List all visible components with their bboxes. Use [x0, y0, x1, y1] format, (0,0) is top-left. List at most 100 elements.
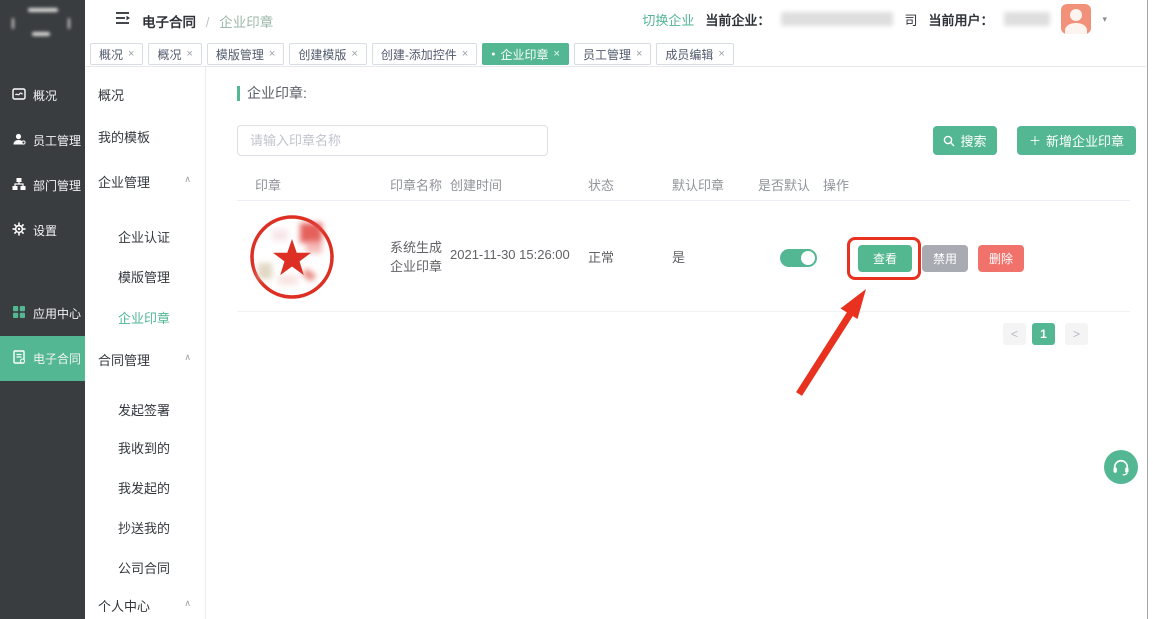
- breadcrumb-separator: /: [206, 15, 210, 30]
- contract-icon: [12, 350, 26, 367]
- subnav-overview[interactable]: 概况: [85, 85, 205, 105]
- sidebar-item-overview[interactable]: 概况: [0, 73, 85, 118]
- sidebar-item-employees[interactable]: 员工管理: [0, 118, 85, 163]
- sidebar-item-label: 电子合同: [33, 350, 81, 367]
- primary-sidebar: 概况 员工管理 部门管理 设置 应用中心 电子合同: [0, 0, 85, 619]
- pagination-next-button[interactable]: >: [1065, 323, 1088, 345]
- app-center-icon: [12, 305, 26, 322]
- sidebar-item-settings[interactable]: 设置: [0, 208, 85, 253]
- company-name-suffix: 司: [904, 10, 917, 29]
- close-icon[interactable]: ×: [351, 48, 357, 60]
- sidebar-item-label: 概况: [33, 87, 57, 104]
- sidebar-item-label: 设置: [33, 222, 57, 239]
- seal-name-line1: 系统生成: [390, 237, 442, 256]
- close-icon[interactable]: ×: [269, 48, 275, 60]
- is-default-toggle[interactable]: [780, 249, 817, 267]
- sidebar-item-e-contract[interactable]: 电子合同: [0, 336, 85, 381]
- default-seal-value: 是: [672, 247, 685, 266]
- subnav-company-certification[interactable]: 企业认证: [85, 227, 205, 247]
- pagination-page-1[interactable]: 1: [1032, 323, 1055, 345]
- tab-overview-1[interactable]: 概况×: [90, 43, 143, 65]
- user-name-redacted: [1004, 12, 1050, 26]
- chevron-up-icon: ∧: [184, 174, 191, 185]
- customer-service-button[interactable]: [1104, 450, 1138, 484]
- col-header-status: 状态: [588, 175, 614, 194]
- col-header-created-time: 创建时间: [450, 175, 502, 194]
- subnav-personal-center[interactable]: 个人中心∧: [85, 596, 205, 616]
- pagination-prev-button[interactable]: <: [1003, 323, 1026, 345]
- tab-company-seal[interactable]: ●企业印章×: [482, 43, 569, 65]
- disable-button[interactable]: 禁用: [922, 245, 968, 272]
- avatar[interactable]: [1061, 4, 1091, 34]
- tab-overview-2[interactable]: 概况×: [148, 43, 201, 65]
- col-header-seal: 印章: [255, 175, 281, 194]
- current-user-label: 当前用户：: [928, 10, 993, 29]
- plus-icon: ＋: [1029, 132, 1041, 149]
- delete-button[interactable]: 删除: [978, 245, 1024, 272]
- department-icon: [12, 177, 26, 194]
- search-icon: [943, 135, 955, 147]
- active-dot-icon: ●: [491, 51, 495, 58]
- secondary-sidebar: 概况 我的模板 企业管理∧ 企业认证 模版管理 企业印章 合同管理∧ 发起签署 …: [85, 67, 206, 619]
- tab-employee-management[interactable]: 员工管理×: [574, 43, 651, 65]
- switch-company-link[interactable]: 切换企业: [642, 10, 694, 29]
- current-company-label: 当前企业：: [705, 10, 770, 29]
- breadcrumb-root[interactable]: 电子合同: [142, 15, 196, 30]
- table-row-divider: [237, 311, 1130, 312]
- subnav-my-templates[interactable]: 我的模板: [85, 127, 205, 147]
- employee-icon: [12, 132, 26, 149]
- tab-create-template[interactable]: 创建模版×: [289, 43, 366, 65]
- vertical-scrollbar[interactable]: [1147, 0, 1153, 619]
- seal-name-line2: 企业印章: [390, 256, 442, 275]
- close-icon[interactable]: ×: [186, 48, 192, 60]
- top-header: 电子合同 / 企业印章 切换企业 当前企业： 司 当前用户： ▾: [85, 0, 1153, 38]
- sidebar-item-app-center[interactable]: 应用中心: [0, 291, 85, 336]
- subnav-cc-to-me[interactable]: 抄送我的: [85, 518, 205, 538]
- close-icon[interactable]: ×: [462, 48, 468, 60]
- company-seal-image: [248, 213, 336, 301]
- menu-collapse-icon[interactable]: [115, 11, 131, 30]
- sidebar-item-departments[interactable]: 部门管理: [0, 163, 85, 208]
- breadcrumb-current: 企业印章: [219, 15, 273, 30]
- subnav-received[interactable]: 我收到的: [85, 438, 205, 458]
- tab-template-management[interactable]: 模版管理×: [207, 43, 284, 65]
- open-tabs-bar: 概况× 概况× 模版管理× 创建模版× 创建-添加控件× ●企业印章× 员工管理…: [85, 38, 1146, 67]
- tab-create-add-controls[interactable]: 创建-添加控件×: [372, 43, 477, 65]
- breadcrumb: 电子合同 / 企业印章: [142, 11, 273, 31]
- tab-member-edit[interactable]: 成员编辑×: [656, 43, 733, 65]
- close-icon[interactable]: ×: [718, 48, 724, 60]
- headset-icon: [1111, 457, 1131, 477]
- subnav-company-seal[interactable]: 企业印章: [85, 308, 205, 328]
- page-title: 企业印章:: [237, 86, 307, 101]
- subnav-initiate-signing[interactable]: 发起签署: [85, 400, 205, 420]
- seal-name-search-input[interactable]: [237, 125, 548, 156]
- main-content: 企业印章: 搜索 ＋ 新增企业印章 印章 印章名称 创建时间 状态 默认印章 是…: [206, 67, 1146, 619]
- sidebar-item-label: 部门管理: [33, 177, 81, 194]
- table-header-divider: [237, 200, 1130, 201]
- app-logo: [10, 6, 74, 36]
- subnav-contract-management[interactable]: 合同管理∧: [85, 350, 205, 370]
- chevron-down-icon[interactable]: ▾: [1102, 14, 1107, 25]
- col-header-default-seal: 默认印章: [672, 175, 724, 194]
- status-value: 正常: [588, 247, 614, 266]
- close-icon[interactable]: ×: [128, 48, 134, 60]
- sidebar-item-label: 应用中心: [33, 305, 81, 322]
- subnav-company-contracts[interactable]: 公司合同: [85, 558, 205, 578]
- add-company-seal-button[interactable]: ＋ 新增企业印章: [1017, 126, 1136, 155]
- col-header-seal-name: 印章名称: [390, 175, 442, 194]
- search-button[interactable]: 搜索: [933, 126, 997, 155]
- col-header-actions: 操作: [823, 175, 849, 194]
- view-button[interactable]: 查看: [858, 245, 912, 272]
- col-header-is-default: 是否默认: [758, 175, 810, 194]
- chevron-up-icon: ∧: [184, 598, 191, 609]
- subnav-initiated-by-me[interactable]: 我发起的: [85, 478, 205, 498]
- close-icon[interactable]: ×: [636, 48, 642, 60]
- overview-icon: [12, 87, 26, 104]
- created-time: 2021-11-30 15:26:00: [450, 247, 570, 262]
- subnav-template-management[interactable]: 模版管理: [85, 267, 205, 287]
- close-icon[interactable]: ×: [554, 48, 560, 60]
- settings-icon: [12, 222, 26, 239]
- company-name-redacted: [781, 12, 893, 26]
- topbar-right-cluster: 切换企业 当前企业： 司 当前用户： ▾: [642, 0, 1107, 38]
- subnav-company-management[interactable]: 企业管理∧: [85, 172, 205, 192]
